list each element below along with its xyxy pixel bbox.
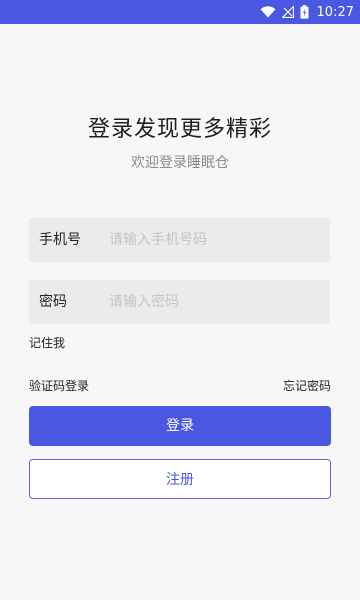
page-subtitle: 欢迎登录睡眠仓 [131,155,229,171]
register-button[interactable]: 注册 [29,459,331,499]
password-input[interactable] [109,280,319,324]
login-button[interactable]: 登录 [29,406,331,446]
sms-login-link[interactable]: 验证码登录 [29,377,89,394]
phone-label: 手机号 [39,232,81,248]
status-bar: 10:27 [0,0,360,24]
remember-me-toggle[interactable]: 记住我 [29,334,65,351]
phone-field[interactable]: 手机号 [29,218,330,262]
password-field[interactable]: 密码 [29,280,330,324]
wifi-icon [260,6,276,18]
password-label: 密码 [39,294,67,310]
page-title: 登录发现更多精彩 [87,117,272,142]
status-time: 10:27 [316,4,354,20]
login-options-row: 验证码登录 忘记密码 [29,377,331,393]
forgot-password-link[interactable]: 忘记密码 [283,377,331,394]
battery-icon [300,5,309,19]
signal-icon [281,6,294,18]
phone-input[interactable] [109,218,319,262]
status-icons: 10:27 [260,0,354,24]
